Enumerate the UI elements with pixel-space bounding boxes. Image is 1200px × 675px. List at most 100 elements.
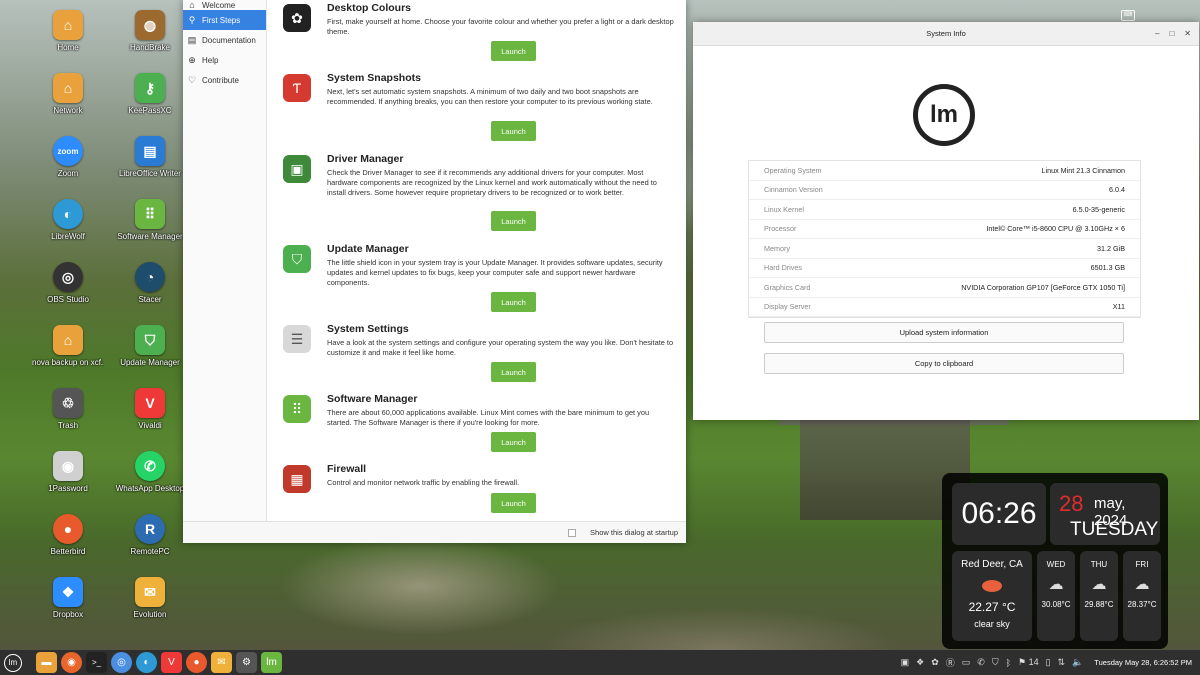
desktop-icon[interactable]: ⌂ Network <box>32 73 104 116</box>
desktop-icon-label: Home <box>57 43 79 52</box>
clipboard-icon[interactable]: ▣ <box>901 657 910 668</box>
firefox-icon[interactable]: ◉ <box>61 652 82 673</box>
feature-description: Control and monitor network traffic by e… <box>327 478 520 487</box>
whatsapp-icon[interactable]: ✆ <box>977 657 985 668</box>
feature-description: Next, let's set automatic system snapsho… <box>327 87 653 106</box>
desktop-icon[interactable]: ◍ HandBrake <box>114 10 186 53</box>
launch-system-settings-button[interactable]: Launch <box>491 362 536 382</box>
vivaldi-icon[interactable]: V <box>161 652 182 673</box>
notifications-icon[interactable]: ⚑ 14 <box>1018 657 1039 668</box>
dropbox-icon[interactable]: ❖ <box>916 657 924 668</box>
betterbird-icon: ● <box>53 514 83 544</box>
copy-to-clipboard-button[interactable]: Copy to clipboard <box>764 353 1124 374</box>
show-at-startup-checkbox[interactable] <box>568 529 576 537</box>
sidebar-item-welcome[interactable]: ⌂ Welcome <box>183 0 266 10</box>
feature-system-settings: ☰ System Settings Have a look at the sys… <box>283 323 676 393</box>
desktop-icon[interactable]: ◉ 1Password <box>32 451 104 494</box>
clock-weather-widget: 06:26 28 may, 2024 TUESDAY Red Deer, CA … <box>942 473 1168 649</box>
network-icon[interactable]: ⇅ <box>1058 657 1066 668</box>
battery-icon[interactable]: ▯ <box>1046 657 1051 668</box>
desktop-icon[interactable]: ✉ Evolution <box>114 577 186 620</box>
desktop-icon-label: Betterbird <box>50 547 86 556</box>
desktop-icon[interactable]: ❖ Dropbox <box>32 577 104 620</box>
trash-icon: ♲ <box>53 388 83 418</box>
table-row: Linux Kernel 6.5.0-35-generic <box>749 200 1140 220</box>
desktop-icon-label: 1Password <box>48 484 88 493</box>
info-key: Display Server <box>764 302 811 312</box>
desktop-icon[interactable]: ◐ LibreWolf <box>32 199 104 242</box>
info-key: Graphics Card <box>764 282 811 292</box>
desktop-icon[interactable]: ⠿ Software Manager <box>114 199 186 242</box>
heart-icon: ♡ <box>187 74 197 85</box>
info-key: Processor <box>764 224 797 234</box>
sidebar-item-first-steps[interactable]: ⚲ First Steps <box>183 10 266 30</box>
librewolf-icon[interactable]: ◐ <box>136 652 157 673</box>
desktop-icon[interactable]: ◔ Stacer <box>114 262 186 305</box>
desktop-icon-label: Zoom <box>57 169 79 178</box>
cloud-icon: ☁ <box>1134 576 1150 593</box>
launch-desktop-colours-button[interactable]: Launch <box>491 41 536 61</box>
desktop-icon[interactable]: ⚷ KeePassXC <box>114 73 186 116</box>
desktop-icon[interactable]: ⌂ Home <box>32 10 104 53</box>
display-icon[interactable]: ▭ <box>962 657 971 668</box>
launch-software-manager-button[interactable]: Launch <box>491 432 536 452</box>
maximize-icon[interactable]: □ <box>1169 22 1174 46</box>
shield-icon: ⛉ <box>283 245 311 273</box>
feature-title: Software Manager <box>327 393 418 405</box>
menu-mint-icon[interactable]: lm <box>4 653 22 672</box>
mail-icon[interactable]: ✉ <box>211 652 232 673</box>
betterbird-icon[interactable]: ● <box>186 652 207 673</box>
forecast-day: WED ☁ 30.08°C <box>1037 551 1075 641</box>
settings-gear-icon[interactable]: ⚙ <box>236 652 257 673</box>
desktop-icon[interactable]: R RemotePC <box>114 514 186 557</box>
feature-update-manager: ⛉ Update Manager The little shield icon … <box>283 243 676 323</box>
close-icon[interactable]: ✕ <box>1184 22 1191 46</box>
desktop-icon[interactable]: ⛉ Update Manager <box>114 325 186 368</box>
current-weather: Red Deer, CA 22.27 °C clear sky <box>952 551 1032 641</box>
launch-driver-manager-button[interactable]: Launch <box>491 211 536 231</box>
launch-system-snapshots-button[interactable]: Launch <box>491 121 536 141</box>
keyboard-layout-icon[interactable]: ⌨ <box>1121 10 1135 21</box>
desktop-icon[interactable]: ◎ OBS Studio <box>32 262 104 305</box>
welcome-icon: ⌂ <box>189 0 195 10</box>
desktop-icon[interactable]: zoom Zoom <box>32 136 104 179</box>
launch-update-manager-button[interactable]: Launch <box>491 292 536 312</box>
desktop-icon-label: RemotePC <box>130 547 170 556</box>
desktop-icon[interactable]: V Vivaldi <box>114 388 186 431</box>
window-titlebar[interactable]: System Info – □ ✕ <box>693 22 1199 46</box>
volume-icon[interactable]: 🔈 <box>1072 657 1083 668</box>
update-shield-icon[interactable]: ⛉ <box>992 657 999 668</box>
upload-system-info-button[interactable]: Upload system information <box>764 322 1124 343</box>
taskbar-clock[interactable]: Tuesday May 28, 6:26:52 PM <box>1094 658 1192 667</box>
terminal-icon[interactable]: >_ <box>86 652 107 673</box>
info-value: 31.2 GiB <box>1097 243 1125 253</box>
bluetooth-icon[interactable]: ᛒ <box>1006 658 1011 668</box>
mint-welcome-icon[interactable]: lm <box>261 652 282 673</box>
weather-condition: clear sky <box>974 619 1010 629</box>
table-row: Operating System Linux Mint 21.3 Cinnamon <box>749 161 1140 181</box>
launch-firewall-button[interactable]: Launch <box>491 493 536 513</box>
remote-icon: R <box>135 514 165 544</box>
desktop-icon[interactable]: ✆ WhatsApp Desktop <box>114 451 186 494</box>
desktop-icon-label: OBS Studio <box>47 295 89 304</box>
feature-driver-manager: ▣ Driver Manager Check the Driver Manage… <box>283 153 676 243</box>
remotepc-icon[interactable]: Ⓡ <box>946 656 955 669</box>
taskbar: lm ▬ ◉ >_ ◎ ◐ V ● ✉ ⚙ lm ▣ ❖ ✿ Ⓡ ▭ ✆ ⛉ ᛒ… <box>0 650 1200 675</box>
sidebar-item-contribute[interactable]: ♡ Contribute <box>183 70 266 90</box>
shield-icon: ⛉ <box>135 325 165 355</box>
desktop-icon[interactable]: ⌂ nova backup on xcf..nas.local <box>32 325 104 368</box>
sidebar-item-help[interactable]: ⊕ Help <box>183 50 266 70</box>
chrome-icon[interactable]: ◎ <box>111 652 132 673</box>
table-row: Cinnamon Version 6.0.4 <box>749 181 1140 200</box>
forecast-temp: 29.88°C <box>1084 600 1114 609</box>
desktop-icon[interactable]: ♲ Trash <box>32 388 104 431</box>
info-key: Memory <box>764 243 790 253</box>
flower-app-icon[interactable]: ✿ <box>931 657 939 668</box>
desktop-icon-label: LibreWolf <box>51 232 85 241</box>
desktop-icon[interactable]: ● Betterbird <box>32 514 104 557</box>
sidebar-item-documentation[interactable]: ▤ Documentation <box>183 30 266 50</box>
info-value: NVIDIA Corporation GP107 [GeForce GTX 10… <box>961 282 1125 292</box>
minimize-icon[interactable]: – <box>1155 22 1159 46</box>
files-folder-icon[interactable]: ▬ <box>36 652 57 673</box>
desktop-icon[interactable]: ▤ LibreOffice Writer <box>114 136 186 179</box>
